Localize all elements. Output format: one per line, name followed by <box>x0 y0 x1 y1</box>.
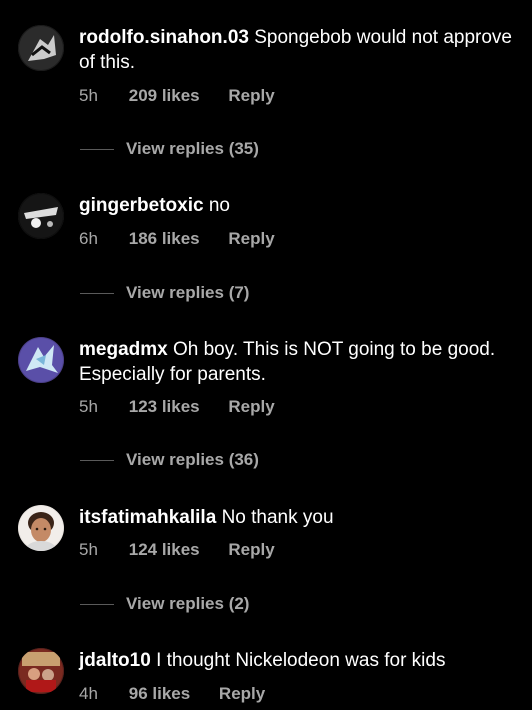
view-replies-button[interactable]: View replies (35) <box>80 138 259 160</box>
likes-count[interactable]: 186 likes <box>129 228 200 250</box>
timestamp: 6h <box>79 229 98 248</box>
comment-text: rodolfo.sinahon.03 Spongebob would not a… <box>79 25 519 75</box>
view-replies-button[interactable]: View replies (7) <box>80 282 249 304</box>
view-replies-label: View replies (36) <box>126 450 259 469</box>
likes-count[interactable]: 96 likes <box>129 683 190 705</box>
timestamp: 4h <box>79 684 98 703</box>
comment-body: no <box>208 195 230 216</box>
view-replies-label: View replies (2) <box>126 594 250 613</box>
comment-meta: 5h 209 likes Reply <box>79 85 275 107</box>
comment-text: jdalto10 I thought Nickelodeon was for k… <box>79 648 519 673</box>
view-replies-button[interactable]: View replies (2) <box>80 593 249 615</box>
reply-button[interactable]: Reply <box>228 539 274 561</box>
username[interactable]: itsfatimahkalila <box>79 507 216 528</box>
comment-text: itsfatimahkalila No thank you <box>79 505 519 530</box>
divider-line <box>80 293 114 295</box>
comment-text: megadmx Oh boy. This is NOT going to be … <box>79 337 519 387</box>
avatar[interactable] <box>18 337 64 383</box>
comment-meta: 5h 124 likes Reply <box>79 539 275 561</box>
likes-count[interactable]: 124 likes <box>129 539 200 561</box>
likes-count[interactable]: 209 likes <box>129 85 200 107</box>
reply-button[interactable]: Reply <box>228 396 274 418</box>
avatar[interactable] <box>18 25 64 71</box>
avatar-image <box>18 25 64 71</box>
timestamp: 5h <box>79 540 98 559</box>
divider-line <box>80 149 114 151</box>
comment-text: gingerbetoxic no <box>79 193 519 218</box>
avatar[interactable] <box>18 648 64 694</box>
username[interactable]: gingerbetoxic <box>79 195 204 216</box>
reply-button[interactable]: Reply <box>228 85 274 107</box>
comment-body: No thank you <box>221 507 334 528</box>
comment-body: I thought Nickelodeon was for kids <box>156 650 446 671</box>
avatar-image <box>18 193 64 239</box>
reply-button[interactable]: Reply <box>228 228 274 250</box>
avatar[interactable] <box>18 505 64 551</box>
username[interactable]: rodolfo.sinahon.03 <box>79 27 249 48</box>
avatar-image <box>18 505 64 551</box>
view-replies-button[interactable]: View replies (36) <box>80 449 259 471</box>
reply-button[interactable]: Reply <box>219 683 265 705</box>
comment-meta: 5h 123 likes Reply <box>79 396 275 418</box>
avatar-image <box>18 648 64 694</box>
divider-line <box>80 460 114 462</box>
likes-count[interactable]: 123 likes <box>129 396 200 418</box>
avatar-image <box>18 337 64 383</box>
timestamp: 5h <box>79 397 98 416</box>
view-replies-label: View replies (7) <box>126 283 250 302</box>
timestamp: 5h <box>79 86 98 105</box>
username[interactable]: megadmx <box>79 339 168 360</box>
avatar[interactable] <box>18 193 64 239</box>
username[interactable]: jdalto10 <box>79 650 151 671</box>
divider-line <box>80 604 114 606</box>
comment-meta: 6h 186 likes Reply <box>79 228 275 250</box>
comment-meta: 4h 96 likes Reply <box>79 683 265 705</box>
view-replies-label: View replies (35) <box>126 139 259 158</box>
